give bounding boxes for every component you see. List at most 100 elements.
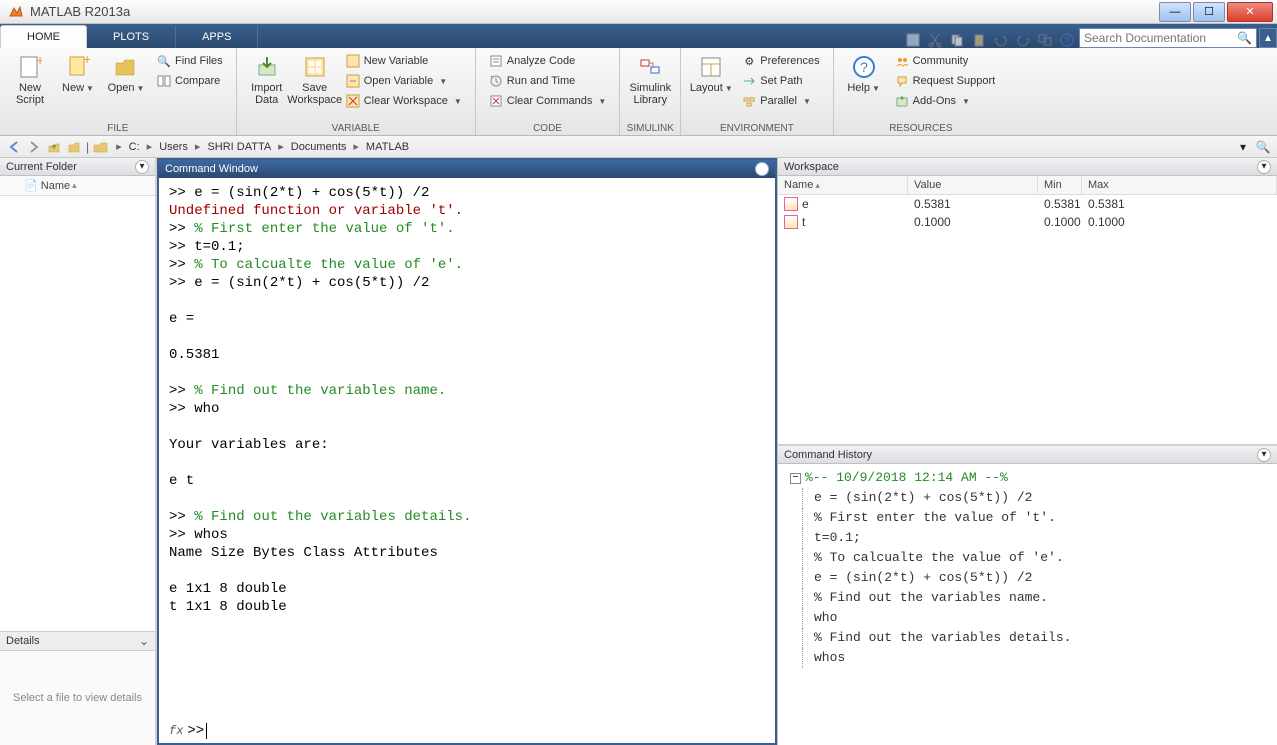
history-entry[interactable]: e = (sin(2*t) + cos(5*t)) /2	[786, 568, 1277, 588]
ribbon-group-environment: Layout▼ ⚙Preferences Set Path Parallel▼ …	[681, 48, 833, 135]
search-icon[interactable]: 🔍	[1237, 31, 1252, 45]
command-line: >> e = (sin(2*t) + cos(5*t)) /2	[169, 274, 765, 292]
command-line	[169, 328, 765, 346]
undo-icon[interactable]	[993, 32, 1009, 48]
command-line	[169, 562, 765, 580]
history-entry[interactable]: % First enter the value of 't'.	[786, 508, 1277, 528]
search-path-icon[interactable]: 🔍	[1255, 139, 1271, 155]
command-window-header: Command Window ▾	[159, 160, 775, 178]
cut-icon[interactable]	[927, 32, 943, 48]
workspace-header: Workspace ▾	[778, 158, 1277, 176]
simulink-library-button[interactable]: Simulink Library	[626, 50, 674, 133]
open-button[interactable]: Open▼	[102, 50, 150, 133]
ribbon-tab-bar: HOME PLOTS APPS ? 🔍 ▲	[0, 24, 1277, 48]
current-folder-icon[interactable]	[93, 139, 109, 155]
history-entry[interactable]: who	[786, 608, 1277, 628]
ribbon-collapse-button[interactable]: ▲	[1259, 28, 1277, 48]
parallel-button[interactable]: Parallel▼	[735, 92, 826, 110]
collapse-toggle-icon[interactable]: −	[790, 473, 801, 484]
search-input[interactable]	[1084, 31, 1237, 45]
community-button[interactable]: Community	[888, 52, 1003, 70]
find-files-button[interactable]: 🔍Find Files	[150, 52, 230, 70]
breadcrumb: ▸C:▸Users▸SHRI DATTA▸Documents▸MATLAB	[113, 140, 413, 153]
save-workspace-button[interactable]: Save Workspace	[291, 50, 339, 133]
workspace-variable-row[interactable]: t0.10000.10000.1000	[778, 213, 1277, 231]
breadcrumb-segment[interactable]: SHRI DATTA	[203, 141, 275, 153]
svg-text:+: +	[83, 55, 90, 67]
import-data-button[interactable]: Import Data	[243, 50, 291, 133]
switch-windows-icon[interactable]	[1037, 32, 1053, 48]
back-icon[interactable]	[6, 139, 22, 155]
panel-actions-button[interactable]: ▾	[755, 162, 769, 176]
ribbon: + New Script + New▼ Open▼ 🔍Find Files Co…	[0, 48, 1277, 136]
breadcrumb-segment[interactable]: Documents	[287, 141, 351, 153]
workspace-variable-row[interactable]: e0.53810.53810.5381	[778, 195, 1277, 213]
details-header[interactable]: Details⌄	[0, 631, 155, 651]
new-script-button[interactable]: + New Script	[6, 50, 54, 133]
help-button[interactable]: ? Help▼	[840, 50, 888, 133]
ribbon-group-resources: ? Help▼ Community Request Support Add-On…	[834, 48, 1009, 135]
new-button[interactable]: + New▼	[54, 50, 102, 133]
command-history-body[interactable]: −%-- 10/9/2018 12:14 AM --% e = (sin(2*t…	[778, 464, 1277, 745]
command-line: >> whos	[169, 526, 765, 544]
tab-home[interactable]: HOME	[0, 25, 87, 48]
command-line	[169, 490, 765, 508]
run-and-time-button[interactable]: Run and Time	[482, 72, 614, 90]
history-entry[interactable]: e = (sin(2*t) + cos(5*t)) /2	[786, 488, 1277, 508]
breadcrumb-segment[interactable]: MATLAB	[362, 141, 413, 153]
breadcrumb-dropdown-icon[interactable]: ▾	[1235, 139, 1251, 155]
tab-apps[interactable]: APPS	[176, 26, 258, 48]
history-entry[interactable]: t=0.1;	[786, 528, 1277, 548]
breadcrumb-segment[interactable]: C:	[125, 141, 144, 153]
history-entry[interactable]: % Find out the variables name.	[786, 588, 1277, 608]
search-documentation[interactable]: 🔍	[1079, 28, 1257, 48]
copy-icon[interactable]	[949, 32, 965, 48]
details-body: Select a file to view details	[0, 651, 155, 745]
folder-actions-icon[interactable]	[66, 139, 82, 155]
new-variable-button[interactable]: New Variable	[339, 52, 469, 70]
panel-actions-button[interactable]: ▾	[1257, 160, 1271, 174]
command-line: >> t=0.1;	[169, 238, 765, 256]
add-ons-button[interactable]: Add-Ons▼	[888, 92, 1003, 110]
history-entry[interactable]: % To calcualte the value of 'e'.	[786, 548, 1277, 568]
layout-button[interactable]: Layout▼	[687, 50, 735, 133]
forward-icon[interactable]	[26, 139, 42, 155]
set-path-button[interactable]: Set Path	[735, 72, 826, 90]
command-line: t 1x1 8 double	[169, 598, 765, 616]
matlab-icon	[8, 4, 24, 20]
help-icon[interactable]: ?	[1059, 32, 1075, 48]
command-line: >> % Find out the variables name.	[169, 382, 765, 400]
panel-actions-button[interactable]: ▾	[1257, 448, 1271, 462]
ribbon-group-variable: Import Data Save Workspace New Variable …	[237, 48, 476, 135]
maximize-button[interactable]: ☐	[1193, 2, 1225, 22]
history-entry[interactable]: whos	[786, 648, 1277, 668]
command-window-body[interactable]: >> e = (sin(2*t) + cos(5*t)) /2Undefined…	[159, 178, 775, 723]
clear-commands-button[interactable]: Clear Commands▼	[482, 92, 614, 110]
preferences-button[interactable]: ⚙Preferences	[735, 52, 826, 70]
workspace-body[interactable]: e0.53810.53810.5381t0.10000.10000.1000	[778, 195, 1277, 444]
variable-icon	[784, 215, 798, 229]
history-entry[interactable]: % Find out the variables details.	[786, 628, 1277, 648]
save-icon[interactable]	[905, 32, 921, 48]
command-line	[169, 454, 765, 472]
folder-name-column-header[interactable]: 📄 Name▴	[0, 176, 155, 196]
close-button[interactable]: ✕	[1227, 2, 1273, 22]
fx-icon[interactable]: fx	[169, 724, 183, 738]
request-support-button[interactable]: Request Support	[888, 72, 1003, 90]
paste-icon[interactable]	[971, 32, 987, 48]
minimize-button[interactable]: —	[1159, 2, 1191, 22]
workspace-column-headers[interactable]: Name▴ Value Min Max	[778, 176, 1277, 195]
open-variable-button[interactable]: Open Variable▼	[339, 72, 469, 90]
analyze-code-button[interactable]: Analyze Code	[482, 52, 614, 70]
redo-icon[interactable]	[1015, 32, 1031, 48]
up-folder-icon[interactable]	[46, 139, 62, 155]
panel-actions-button[interactable]: ▾	[135, 160, 149, 174]
tab-plots[interactable]: PLOTS	[87, 26, 176, 48]
clear-workspace-button[interactable]: Clear Workspace▼	[339, 92, 469, 110]
ribbon-group-simulink: Simulink Library SIMULINK	[620, 48, 681, 135]
compare-button[interactable]: Compare	[150, 72, 230, 90]
breadcrumb-segment[interactable]: Users	[155, 141, 192, 153]
right-column: Workspace ▾ Name▴ Value Min Max e0.53810…	[777, 158, 1277, 745]
current-folder-body[interactable]	[0, 196, 155, 631]
command-prompt[interactable]: fx >>	[159, 723, 775, 743]
